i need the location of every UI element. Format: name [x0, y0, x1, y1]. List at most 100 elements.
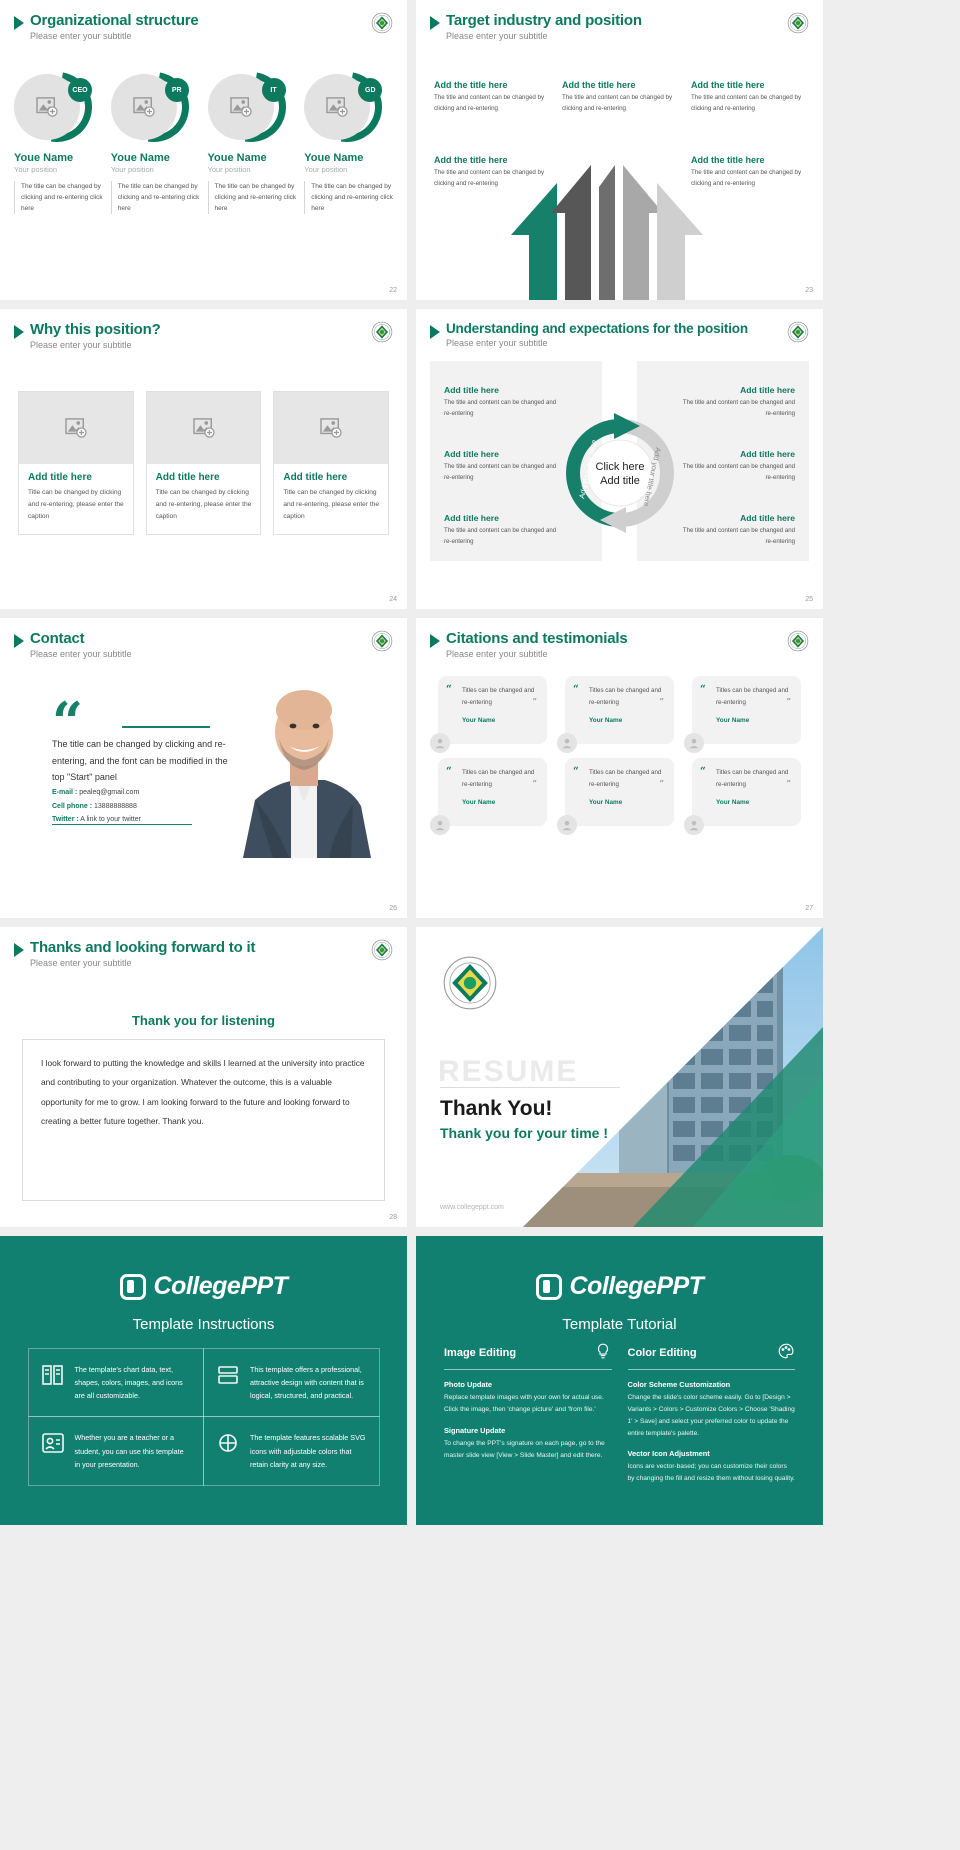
instruction-cell: Whether you are a teacher or a student, … — [27, 1416, 204, 1487]
brand-logo: CollegePPT — [0, 1272, 407, 1305]
panel-template-tutorial: CollegePPT Template Tutorial Image Editi… — [416, 1236, 823, 1525]
university-seal-logo — [371, 630, 393, 652]
instruction-text: The template's chart data, text, shapes,… — [74, 1364, 183, 1401]
image-placeholder-icon — [36, 97, 58, 117]
page-number: 26 — [389, 905, 397, 912]
page-title: Contact — [30, 630, 85, 647]
image-placeholder-icon — [65, 418, 87, 438]
instruction-text: The template features scalable SVG icons… — [250, 1433, 366, 1470]
testimonial-text: Titles can be changed and re-entering — [716, 687, 789, 706]
image-placeholder[interactable] — [146, 392, 261, 464]
person-name: Youe Name — [207, 152, 267, 164]
testimonial-text: Titles can be changed and re-entering — [589, 687, 662, 706]
testimonial-card[interactable]: “ ” Titles can be changed and re-enterin… — [684, 758, 801, 835]
slide-contact: Contact Please enter your subtitle “ The… — [0, 618, 407, 918]
tutorial-block-title: Vector Icon Adjustment — [627, 1449, 710, 1459]
thank-you-heading: Thank You! — [440, 1097, 553, 1120]
page-title: Organizational structure — [30, 12, 199, 29]
item-title: Add title here — [740, 513, 795, 523]
avatar-icon — [684, 733, 704, 753]
image-placeholder[interactable] — [19, 392, 133, 464]
testimonial-card[interactable]: “ ” Titles can be changed and re-enterin… — [684, 676, 801, 753]
layers-icon — [216, 1363, 240, 1387]
target-item: Add the title here The title and content… — [691, 80, 806, 115]
university-seal-logo — [787, 321, 809, 343]
why-card-body: Add title here Title can be changed by c… — [274, 464, 388, 534]
book-icon — [41, 1363, 65, 1387]
org-person-card[interactable]: GD Youe Name Your position The title can… — [298, 58, 396, 215]
university-seal-logo — [787, 630, 809, 652]
brand-name: CollegePPT — [569, 1272, 704, 1300]
person-description: The title can be changed by clicking and… — [14, 181, 103, 215]
arrow-bullet-icon — [14, 943, 24, 957]
page-number: 23 — [805, 287, 813, 294]
tutorial-column-header: Image Editing — [444, 1342, 612, 1370]
tutorial-column-title: Color Editing — [627, 1346, 697, 1359]
testimonial-grid: “ ” Titles can be changed and re-enterin… — [430, 676, 801, 835]
person-description: The title can be changed by clicking and… — [110, 181, 200, 215]
testimonial-card[interactable]: “ ” Titles can be changed and re-enterin… — [557, 676, 674, 753]
testimonial-card[interactable]: “ ” Titles can be changed and re-enterin… — [430, 676, 547, 753]
testimonial-card[interactable]: “ ” Titles can be changed and re-enterin… — [557, 758, 674, 835]
item-body: The title and content can be changed by … — [434, 94, 545, 112]
phone-value: 13888888888 — [94, 802, 137, 810]
testimonial-text: Titles can be changed and re-entering — [589, 769, 662, 788]
why-card[interactable]: Add title here Title can be changed by c… — [18, 391, 134, 535]
expectation-item: Add title here The title and content can… — [675, 385, 795, 420]
item-title: Add title here — [444, 385, 499, 395]
page-title: Thanks and looking forward to it — [30, 939, 256, 956]
university-seal-logo — [371, 939, 393, 961]
expectation-item: Add title here The title and content can… — [444, 449, 564, 484]
org-person-card[interactable]: IT Youe Name Your position The title can… — [201, 58, 300, 215]
slide-citations-testimonials: Citations and testimonials Please enter … — [416, 618, 823, 918]
slide-header: Contact Please enter your subtitle — [14, 630, 132, 659]
role-badge: PR — [164, 78, 189, 102]
avatar-wrap: PR — [105, 58, 203, 156]
instruction-text: This template offers a professional, att… — [250, 1364, 364, 1401]
arrow-bullet-icon — [430, 634, 440, 648]
quote-close-icon: ” — [786, 778, 791, 788]
org-person-card[interactable]: PR Youe Name Your position The title can… — [105, 58, 203, 215]
why-card[interactable]: Add title here Title can be changed by c… — [145, 391, 262, 535]
target-items: Add the title here The title and content… — [416, 0, 823, 300]
avatar-icon — [430, 815, 450, 835]
tutorial-block-title: Photo Update — [444, 1380, 493, 1389]
slide-header: Citations and testimonials Please enter … — [430, 630, 628, 659]
quote-close-icon: ” — [659, 778, 664, 788]
collegeppt-mark-icon — [535, 1273, 562, 1300]
twitter-label: Twitter : — [52, 816, 79, 824]
instruction-cell: The template's chart data, text, shapes,… — [27, 1347, 204, 1418]
arrow-bullet-icon — [14, 325, 24, 339]
tutorial-block-title: Signature Update — [444, 1425, 506, 1435]
item-title: Add title here — [740, 385, 795, 395]
thanks-body: I look forward to putting the knowledge … — [41, 1058, 365, 1126]
page-title: Why this position? — [30, 321, 161, 338]
quote-open-icon: “ — [700, 766, 706, 777]
slide-header: Organizational structure Please enter yo… — [14, 12, 199, 41]
thank-you-subheading: Thank you for your time ! — [440, 1125, 609, 1141]
contact-details: E-mail : pealeq@gmail.com Cell phone : 1… — [52, 786, 141, 827]
slide-grid: Organizational structure Please enter yo… — [0, 0, 960, 1525]
lightbulb-icon — [594, 1342, 612, 1363]
page-title: Citations and testimonials — [446, 630, 628, 647]
person-name: Youe Name — [110, 152, 170, 164]
page-subtitle: Please enter your subtitle — [30, 31, 132, 41]
person-position: Your position — [207, 165, 251, 174]
page-subtitle: Please enter your subtitle — [30, 340, 132, 350]
role-badge: IT — [261, 78, 286, 102]
slide-organizational-structure: Organizational structure Please enter yo… — [0, 0, 407, 300]
svg-text:Add title: Add title — [600, 475, 640, 487]
tutorial-block: Photo Update Replace template images wit… — [444, 1380, 612, 1416]
why-card[interactable]: Add title here Title can be changed by c… — [273, 391, 390, 535]
quote-close-icon: ” — [532, 778, 537, 788]
quote-mark-icon: “ — [52, 690, 83, 754]
tutorial-block-text: Change the slide's color scheme easily. … — [627, 1394, 795, 1437]
avatar-icon — [684, 815, 704, 835]
org-person-card[interactable]: CEO Youe Name Your position The title ca… — [8, 58, 106, 215]
expectation-item: Add title here The title and content can… — [675, 513, 795, 548]
page-subtitle: Please enter your subtitle — [30, 649, 132, 659]
testimonial-card[interactable]: “ ” Titles can be changed and re-enterin… — [430, 758, 547, 835]
image-placeholder[interactable] — [274, 392, 389, 464]
phone-label: Cell phone : — [52, 802, 93, 810]
panel-heading: Template Tutorial — [562, 1316, 677, 1333]
